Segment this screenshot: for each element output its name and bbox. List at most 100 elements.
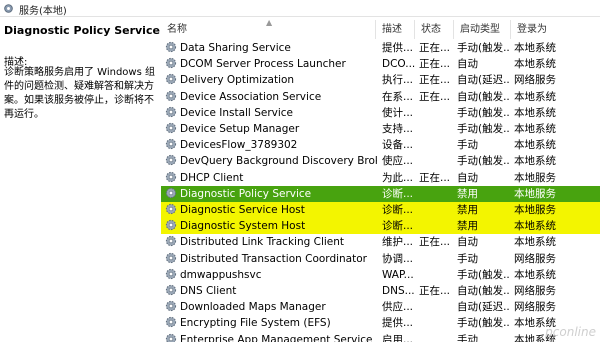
service-status-cell xyxy=(419,105,453,121)
service-startup-type-cell: 自动 xyxy=(457,236,478,249)
gear-icon xyxy=(165,301,177,312)
service-status-cell xyxy=(419,332,453,342)
column-header-name[interactable]: 名称 xyxy=(161,20,376,39)
gear-icon xyxy=(165,106,177,117)
service-name-cell: Diagnostic System Host xyxy=(165,218,377,234)
service-status-cell xyxy=(419,315,453,331)
service-name-cell: dmwappushsvc xyxy=(165,267,377,283)
gear-icon xyxy=(165,41,177,53)
service-name: DHCP Client xyxy=(180,171,244,184)
service-logon-cell: 本地系统 xyxy=(514,90,556,103)
service-startup-type-cell: 自动 xyxy=(457,58,478,71)
service-status-cell xyxy=(419,202,453,218)
service-row[interactable]: Downloaded Maps Manager 供应... 自动(延迟... 网络服务 xyxy=(161,299,600,315)
service-name: Device Setup Manager xyxy=(180,123,300,135)
service-logon-cell: 本地服务 xyxy=(514,171,556,184)
gear-icon xyxy=(165,203,177,215)
service-startup-type-cell: 自动(延迟... xyxy=(457,74,510,87)
service-logon-cell: 网络服务 xyxy=(514,74,556,87)
service-name-cell: Device Association Service xyxy=(165,89,377,105)
service-description-cell: 执行... xyxy=(382,74,414,87)
service-row[interactable]: Device Install Service 使计... 手动(触发... 本地系统 xyxy=(161,105,600,121)
service-startup-type-cell: 自动(触发... xyxy=(457,285,510,297)
gear-icon xyxy=(165,252,177,263)
service-description-cell: 启用... xyxy=(382,333,414,342)
service-row[interactable]: Data Sharing Service 提供... 正在... 手动(触发... 本地… xyxy=(161,40,600,56)
service-name: Distributed Link Tracking Client xyxy=(180,236,345,249)
service-startup-type-cell: 手动(触发... xyxy=(457,42,510,54)
service-name: DNS Client xyxy=(180,285,237,297)
service-startup-type-cell: 手动 xyxy=(457,139,478,152)
service-row[interactable]: Diagnostic Service Host 诊断... 禁用 本地服务 xyxy=(161,202,600,219)
service-description-cell: 供应... xyxy=(382,301,414,314)
service-startup-type-cell: 手动(触发... xyxy=(457,155,510,168)
service-status-cell xyxy=(419,137,453,153)
service-name-cell: Diagnostic Policy Service xyxy=(165,186,377,202)
service-row[interactable]: Diagnostic Policy Service 诊断... 禁用 本地服务 xyxy=(161,185,600,202)
service-name-cell: Diagnostic Service Host xyxy=(165,202,377,218)
service-row[interactable]: DCOM Server Process Launcher DCO... 正在... 自… xyxy=(161,56,600,72)
service-row[interactable]: Device Association Service 在系... 正在... 自动(触… xyxy=(161,89,600,105)
service-name-cell: Device Install Service xyxy=(165,105,377,121)
service-row[interactable]: Distributed Transaction Coordinator 协调...… xyxy=(161,251,600,267)
service-startup-type-cell: 手动 xyxy=(457,333,478,342)
service-status-cell xyxy=(419,251,453,267)
service-description-cell: 支持... xyxy=(382,123,414,135)
service-logon-cell: 本地系统 xyxy=(514,236,556,249)
service-name-cell: Enterprise App Management Service xyxy=(165,332,377,342)
service-name-cell: DNS Client xyxy=(165,283,377,299)
service-row[interactable]: Diagnostic System Host 诊断... 禁用 本地系统 xyxy=(161,218,600,235)
service-startup-type-cell: 手动(触发... xyxy=(457,317,510,330)
service-row[interactable]: Delivery Optimization 执行... 正在... 自动(延迟... 网… xyxy=(161,72,600,88)
service-row[interactable]: DevicesFlow_3789302 设备... 手动 本地系统 xyxy=(161,137,600,153)
service-description-cell: 使计... xyxy=(382,106,414,119)
service-logon-cell: 本地系统 xyxy=(514,139,556,152)
service-row[interactable]: DNS Client DNS... 正在... 自动(触发... 网络服务 xyxy=(161,283,600,299)
service-row[interactable]: Encrypting File System (EFS) 提供... 手动(触发..… xyxy=(161,315,600,331)
service-status-cell xyxy=(419,218,453,234)
service-description-cell: DCO... xyxy=(382,58,416,71)
service-logon-cell: 本地系统 xyxy=(514,155,556,168)
service-row[interactable]: Enterprise App Management Service 启用... 手动… xyxy=(161,332,600,342)
service-name-cell: Device Setup Manager xyxy=(165,121,377,137)
service-row[interactable]: DHCP Client 为此... 正在... 自动 本地服务 xyxy=(161,170,600,186)
service-name-cell: DCOM Server Process Launcher xyxy=(165,56,377,72)
service-name: Diagnostic Service Host xyxy=(180,204,305,216)
service-detail-pane: Diagnostic Policy Service 描述: 诊断策略服务启用了 … xyxy=(0,17,160,342)
service-name-cell: Data Sharing Service xyxy=(165,40,377,56)
service-row[interactable]: DevQuery Background Discovery Broker 使应..… xyxy=(161,153,600,169)
service-row[interactable]: dmwappushsvc WAP... 手动(触发... 本地系统 xyxy=(161,267,600,283)
service-logon-cell: 本地服务 xyxy=(514,187,556,200)
gear-icon xyxy=(165,171,177,182)
service-status-cell: 正在... xyxy=(419,58,451,71)
service-status-cell xyxy=(419,186,453,202)
gear-icon xyxy=(165,236,177,247)
column-header-status[interactable]: 状态 xyxy=(415,20,454,39)
column-header-startup-type[interactable]: 启动类型 xyxy=(454,20,511,39)
gear-icon xyxy=(165,187,177,198)
service-startup-type-cell: 自动(触发... xyxy=(457,90,510,103)
service-name: Distributed Transaction Coordinator xyxy=(180,252,367,265)
service-description-cell: 使应... xyxy=(382,155,414,168)
service-status-cell xyxy=(419,267,453,283)
service-name: dmwappushsvc xyxy=(180,268,262,281)
service-startup-type-cell: 自动 xyxy=(457,171,478,184)
service-name: Diagnostic Policy Service xyxy=(180,187,312,200)
column-header-description[interactable]: 描述 xyxy=(376,20,415,39)
gear-icon xyxy=(165,220,177,231)
gear-icon xyxy=(4,4,13,13)
service-description-cell: 提供... xyxy=(382,42,414,54)
service-name: Device Association Service xyxy=(180,90,322,103)
service-logon-cell: 本地系统 xyxy=(514,220,556,233)
service-logon-cell: 本地系统 xyxy=(514,58,556,71)
service-row[interactable]: Device Setup Manager 支持... 手动(触发... 本地系统 xyxy=(161,121,600,137)
service-startup-type-cell: 自动(延迟... xyxy=(457,301,510,314)
service-row[interactable]: Distributed Link Tracking Client 维护... 正在.… xyxy=(161,234,600,250)
service-name: Data Sharing Service xyxy=(180,42,291,54)
column-header-logon-as[interactable]: 登录为 xyxy=(511,20,600,39)
service-startup-type-cell: 禁用 xyxy=(457,187,478,200)
service-logon-cell: 本地系统 xyxy=(514,106,556,119)
service-status-cell xyxy=(419,299,453,315)
gear-icon xyxy=(165,139,177,150)
service-status-cell xyxy=(419,153,453,169)
